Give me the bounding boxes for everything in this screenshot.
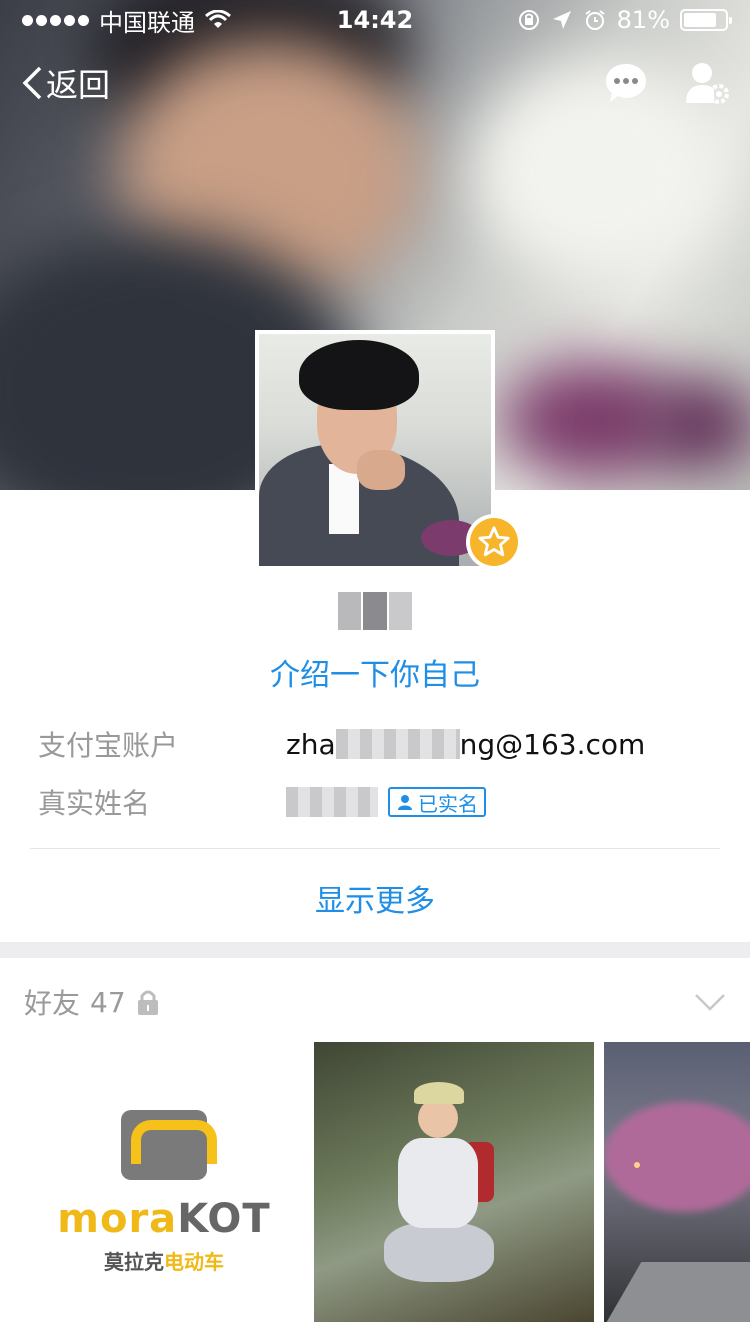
real-name-value: 已实名 [286,787,486,817]
profile-screen: 中国联通 14:42 81% 返回 介绍一下你自己 支付宝账户 zha ng@1… [0,0,750,1334]
alipay-account-row: 支付宝账户 zha ng@163.com [38,724,720,764]
chevron-down-icon[interactable] [694,992,726,1012]
alipay-value-suffix: ng@163.com [459,727,646,761]
user-settings-icon[interactable] [684,61,730,105]
alipay-account-label: 支付宝账户 [38,729,179,762]
back-label: 返回 [46,66,111,104]
section-separator [0,942,750,958]
battery-icon [680,9,732,31]
show-more-button[interactable]: 显示更多 [0,876,750,920]
username-redacted [338,592,412,630]
carrier-name: 中国联通 [99,8,195,37]
alipay-account-value: zha ng@163.com [286,728,645,761]
morakot-logo-mark [121,1109,207,1180]
friends-header[interactable]: 好友 47 [24,982,160,1022]
friend-thumbnail[interactable] [314,1042,594,1322]
verified-label: 已实名 [418,791,478,816]
signal-strength-icon [22,14,89,26]
morakot-cn-name: 莫拉克电动车 [104,1249,224,1274]
chevron-left-icon [22,66,42,100]
location-icon [552,11,571,29]
status-bar: 中国联通 14:42 81% [0,0,750,40]
rotation-lock-icon [518,10,539,30]
friends-thumbnails: moraKOT 莫拉克电动车 [24,1042,750,1322]
redacted-mosaic [335,729,460,759]
vip-star-badge [466,514,522,570]
friend-thumbnail[interactable]: moraKOT 莫拉克电动车 [24,1042,304,1322]
wifi-icon [205,10,231,28]
friend-thumbnail[interactable] [604,1042,750,1322]
intro-link[interactable]: 介绍一下你自己 [0,650,750,694]
friends-label: 好友 [24,987,81,1020]
lock-icon [137,990,158,1015]
chat-bubble-icon[interactable] [604,62,648,104]
verified-badge: 已实名 [388,787,486,817]
nav-bar: 返回 [0,50,750,116]
friends-count: 47 [90,985,126,1019]
redacted-mosaic [286,787,378,817]
back-button[interactable]: 返回 [20,60,110,106]
star-icon [478,526,510,557]
alipay-value-prefix: zha [286,727,336,761]
battery-percent: 81% [616,6,670,34]
avatar[interactable] [255,330,495,570]
friends-section: 好友 47 moraKOT 莫拉克电动车 [0,958,750,1334]
morakot-brand: moraKOT [57,1195,271,1242]
real-name-label: 真实姓名 [38,787,151,820]
divider [30,848,720,849]
id-card-icon [398,795,412,810]
real-name-row: 真实姓名 已实名 [38,782,720,822]
alarm-icon [585,10,605,30]
